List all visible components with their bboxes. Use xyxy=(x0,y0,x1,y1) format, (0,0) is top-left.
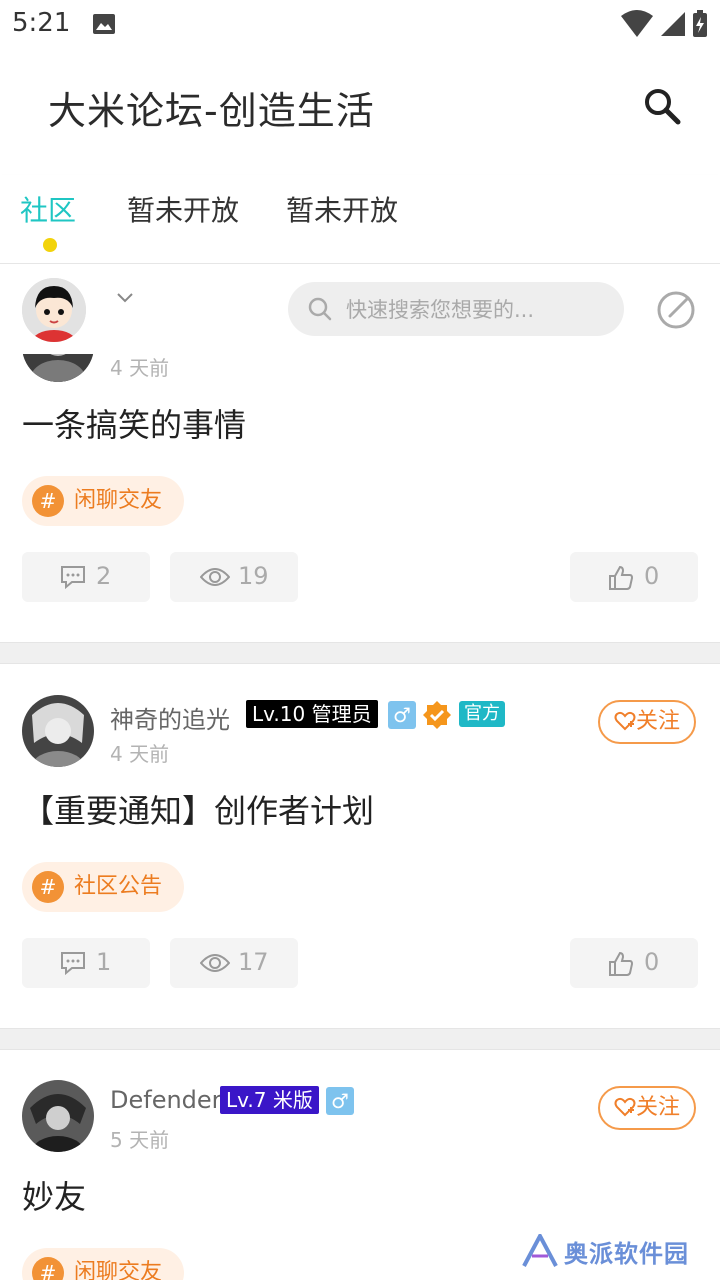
tag-label: 闲聊交友 xyxy=(74,488,163,513)
tag-label: 社区公告 xyxy=(74,874,163,899)
my-avatar[interactable] xyxy=(22,278,86,342)
post-title[interactable]: 妙友 xyxy=(22,1172,86,1218)
quick-search-input[interactable] xyxy=(344,282,608,338)
like-count: 0 xyxy=(644,562,660,590)
official-badge: 官方 xyxy=(459,701,505,727)
hash-icon: # xyxy=(32,1257,64,1280)
avatar-image xyxy=(22,1080,94,1152)
male-icon: ♂ xyxy=(388,701,416,729)
compose-icon[interactable] xyxy=(656,290,696,330)
eye-icon xyxy=(200,954,230,972)
level-badge: Lv.7 米版 xyxy=(220,1086,319,1114)
follow-button[interactable]: 关注 xyxy=(598,1086,696,1130)
app-title: 大米论坛-创造生活 xyxy=(48,89,375,133)
signal-icon xyxy=(660,12,685,36)
post-card[interactable]: 神奇的追光 Lv.10 管理员 ♂ 官方 关注 4 天前 【重要通知】创作者计划… xyxy=(0,664,720,1028)
active-tab-indicator xyxy=(43,238,57,252)
view-count: 19 xyxy=(238,562,269,590)
tab-unavailable-2[interactable]: 暂未开放 xyxy=(286,189,398,229)
tab-unavailable-1[interactable]: 暂未开放 xyxy=(127,189,239,229)
hash-icon: # xyxy=(32,485,64,517)
username[interactable]: 神奇的追光 xyxy=(110,700,230,735)
heart-plus-icon xyxy=(614,711,636,731)
like-button[interactable]: 0 xyxy=(570,552,698,602)
status-time: 5:21 xyxy=(12,8,71,38)
comment-icon xyxy=(61,952,85,975)
comment-count: 2 xyxy=(96,562,112,590)
chevron-down-icon[interactable] xyxy=(116,292,134,304)
post-card[interactable]: 4 天前 一条搞笑的事情 # 闲聊交友 2 19 0 xyxy=(0,310,720,642)
tab-bar: 社区 暂未开放 暂未开放 xyxy=(0,175,720,264)
tab-community[interactable]: 社区 xyxy=(20,189,76,229)
avatar[interactable] xyxy=(22,695,94,767)
post-title[interactable]: 一条搞笑的事情 xyxy=(22,400,246,446)
eye-icon xyxy=(200,568,230,586)
level-badge: Lv.10 管理员 xyxy=(246,700,378,728)
verified-badge-icon xyxy=(423,701,451,729)
post-time: 4 天前 xyxy=(110,356,170,380)
quick-search-bar[interactable] xyxy=(288,282,624,338)
cartoon-avatar-image xyxy=(22,278,86,342)
avatar-image xyxy=(22,695,94,767)
views-indicator[interactable]: 17 xyxy=(170,938,298,988)
comment-button[interactable]: 2 xyxy=(22,552,150,602)
post-title[interactable]: 【重要通知】创作者计划 xyxy=(22,786,374,832)
topic-tag[interactable]: # 闲聊交友 xyxy=(22,476,185,526)
like-count: 0 xyxy=(644,948,660,976)
comment-button[interactable]: 1 xyxy=(22,938,150,988)
watermark-a-icon xyxy=(522,1234,558,1267)
topic-tag[interactable]: # 社区公告 xyxy=(22,862,185,912)
search-icon[interactable] xyxy=(640,84,684,128)
comment-icon xyxy=(61,566,85,589)
post-time: 4 天前 xyxy=(110,742,170,766)
follow-label: 关注 xyxy=(635,709,680,734)
views-indicator[interactable]: 19 xyxy=(170,552,298,602)
status-indicators xyxy=(620,10,708,38)
follow-button[interactable]: 关注 xyxy=(598,700,696,744)
search-icon xyxy=(308,297,332,321)
wifi-icon xyxy=(620,10,653,37)
username[interactable]: Defender xyxy=(110,1086,222,1114)
hash-icon: # xyxy=(32,871,64,903)
male-icon: ♂ xyxy=(326,1087,354,1115)
follow-label: 关注 xyxy=(635,1095,680,1120)
thumbs-up-icon xyxy=(609,565,634,590)
topic-tag[interactable]: # 闲聊交友 xyxy=(22,1248,185,1280)
view-count: 17 xyxy=(238,948,269,976)
heart-plus-icon xyxy=(614,1097,636,1117)
tag-label: 闲聊交友 xyxy=(74,1260,163,1280)
app-bar: 大米论坛-创造生活 xyxy=(0,60,720,150)
card-divider xyxy=(0,1028,720,1050)
status-bar: 5:21 xyxy=(0,0,720,50)
thumbs-up-icon xyxy=(609,951,634,976)
like-button[interactable]: 0 xyxy=(570,938,698,988)
image-notification-icon xyxy=(93,14,115,34)
watermark-text: 奥派软件园 xyxy=(564,1240,689,1268)
comment-count: 1 xyxy=(96,948,112,976)
community-toolbar xyxy=(0,264,720,354)
battery-icon xyxy=(693,10,707,37)
post-time: 5 天前 xyxy=(110,1128,170,1152)
watermark-logo: 奥派软件园 xyxy=(522,1232,708,1272)
card-divider xyxy=(0,642,720,664)
avatar[interactable] xyxy=(22,1080,94,1152)
